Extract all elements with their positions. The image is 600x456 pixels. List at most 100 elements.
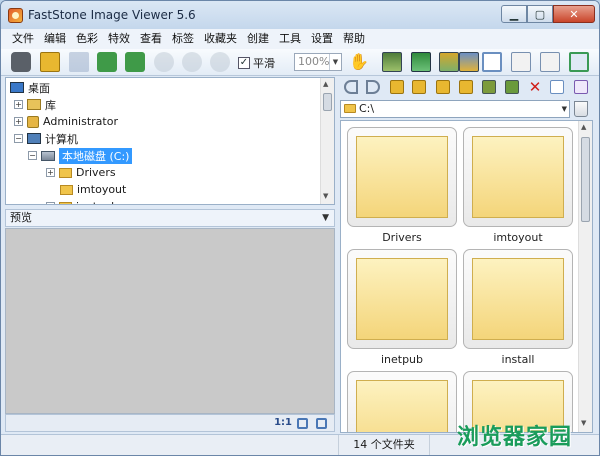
preview-layout-icon[interactable]	[540, 52, 560, 72]
edit-image-icon[interactable]	[439, 52, 459, 72]
smooth-label: 平滑	[253, 57, 275, 70]
menu-tools[interactable]: 工具	[274, 29, 306, 49]
thumbnail-grid: Drivers imtoyout inetpub install ▲ ▼	[340, 120, 593, 433]
tree-scrollbar[interactable]: ▲ ▼	[320, 78, 334, 204]
open-folder-icon[interactable]	[40, 52, 60, 72]
move-to-icon[interactable]	[505, 80, 519, 94]
path-combobox[interactable]: C:\ ▼	[340, 100, 570, 118]
folder-thumbnail-image	[472, 258, 564, 340]
close-button[interactable]: ✕	[553, 5, 595, 23]
previous-icon[interactable]	[97, 52, 117, 72]
delete-icon[interactable]: ✕	[528, 80, 542, 95]
user-folder-icon	[27, 115, 39, 128]
tree-item-imtoyout[interactable]: imtoyout	[60, 181, 126, 198]
recycle-bin-icon[interactable]	[574, 101, 588, 117]
smooth-toggle[interactable]: ✓ 平滑	[238, 55, 275, 71]
tree-item-label-selected: 本地磁盘 (C:)	[59, 147, 133, 164]
new-folder-icon[interactable]	[459, 80, 473, 94]
tree-item-administrator[interactable]: + Administrator	[14, 113, 118, 130]
maximize-button[interactable]: ▢	[527, 5, 553, 23]
collapse-icon[interactable]: −	[28, 151, 37, 160]
scroll-thumb[interactable]	[581, 137, 590, 222]
tree-item-library[interactable]: + 库	[14, 96, 56, 113]
expand-icon[interactable]: +	[14, 117, 23, 126]
filmstrip-icon[interactable]	[382, 52, 402, 72]
actual-size-button[interactable]: 1:1	[274, 417, 292, 428]
copy-to-icon[interactable]	[482, 80, 496, 94]
menu-bar: 文件 编辑 色彩 特效 查看 标签 收藏夹 创建 工具 设置 帮助	[1, 29, 599, 49]
scroll-thumb[interactable]	[323, 93, 332, 111]
thumbnail-card[interactable]	[463, 249, 573, 349]
thumbnail-label: imtoyout	[493, 231, 543, 244]
sort-icon[interactable]	[574, 80, 588, 94]
next-icon[interactable]	[125, 52, 145, 72]
forward-icon[interactable]	[366, 80, 380, 94]
menu-favorites[interactable]: 收藏夹	[199, 29, 242, 49]
full-view-icon[interactable]	[316, 418, 327, 429]
export-icon[interactable]	[411, 52, 431, 72]
menu-view[interactable]: 查看	[135, 29, 167, 49]
grid-scrollbar[interactable]: ▲ ▼	[578, 121, 592, 432]
collapse-icon[interactable]: −	[14, 134, 23, 143]
menu-settings[interactable]: 设置	[306, 29, 338, 49]
collapse-preview-icon[interactable]: ▼	[322, 210, 329, 226]
menu-create[interactable]: 创建	[242, 29, 274, 49]
minimize-button[interactable]: ▁	[501, 5, 527, 23]
browser-layout-icon[interactable]	[511, 52, 531, 72]
back-icon[interactable]	[344, 80, 358, 94]
zoom-in-icon[interactable]	[154, 52, 174, 72]
scroll-up-icon[interactable]: ▲	[323, 80, 328, 88]
save-icon[interactable]	[69, 52, 89, 72]
tree-item-desktop[interactable]: 桌面	[10, 79, 50, 96]
thumbnail-card[interactable]	[347, 127, 457, 227]
chevron-down-icon[interactable]: ▼	[562, 101, 567, 117]
favorite-folder-icon[interactable]	[436, 80, 450, 94]
tree-item-drivers[interactable]: + Drivers	[46, 164, 116, 181]
menu-tags[interactable]: 标签	[167, 29, 199, 49]
preview-header: 预览 ▼	[5, 209, 335, 227]
folder-icon	[344, 104, 356, 113]
fullscreen-icon[interactable]	[569, 52, 589, 72]
tree-item-inetpub[interactable]: + inetpub	[46, 198, 118, 204]
refresh-folder-icon[interactable]	[412, 80, 426, 94]
chevron-down-icon[interactable]: ▼	[329, 54, 341, 70]
window-controls: ▁ ▢ ✕	[501, 5, 595, 23]
view-mode-icon[interactable]	[550, 80, 564, 94]
thumbnail-card[interactable]	[463, 127, 573, 227]
preview-label: 预览	[10, 211, 32, 224]
main-toolbar: ✓ 平滑 100% ▼ ✋	[1, 49, 599, 76]
tree-item-computer[interactable]: − 计算机	[14, 130, 78, 147]
actual-size-icon[interactable]	[210, 52, 230, 72]
tree-item-label: Drivers	[76, 166, 116, 179]
folder-thumbnail-image	[356, 136, 448, 218]
browser-toolbar: ✕	[340, 77, 597, 99]
scroll-up-icon[interactable]: ▲	[581, 123, 586, 131]
zoom-select[interactable]: 100% ▼	[294, 53, 342, 71]
menu-file[interactable]: 文件	[7, 29, 39, 49]
slideshow-icon[interactable]	[459, 52, 479, 72]
preview-footer: 1:1	[5, 414, 335, 432]
menu-help[interactable]: 帮助	[338, 29, 370, 49]
expand-icon[interactable]: +	[46, 202, 55, 204]
fit-window-icon[interactable]	[297, 418, 308, 429]
zoom-out-icon[interactable]	[182, 52, 202, 72]
smooth-checkbox[interactable]: ✓	[238, 57, 250, 69]
folder-icon	[59, 201, 72, 204]
menu-effects[interactable]: 特效	[103, 29, 135, 49]
menu-edit[interactable]: 编辑	[39, 29, 71, 49]
thumbnail-view-icon[interactable]	[482, 52, 502, 72]
menu-color[interactable]: 色彩	[71, 29, 103, 49]
scroll-down-icon[interactable]: ▼	[323, 192, 328, 200]
thumbnail-card[interactable]	[347, 249, 457, 349]
expand-icon[interactable]: +	[14, 100, 23, 109]
window-title: FastStone Image Viewer 5.6	[28, 8, 196, 22]
folder-thumbnail-image	[472, 136, 564, 218]
tree-item-drive-c[interactable]: − 本地磁盘 (C:)	[28, 147, 133, 164]
thumbnail-card[interactable]	[347, 371, 457, 432]
scroll-down-icon[interactable]: ▼	[581, 419, 586, 427]
thumbnail-label: Drivers	[382, 231, 422, 244]
hand-tool-icon[interactable]: ✋	[349, 52, 369, 72]
folder-up-icon[interactable]	[390, 80, 404, 94]
camera-icon[interactable]	[11, 52, 31, 72]
expand-icon[interactable]: +	[46, 168, 55, 177]
